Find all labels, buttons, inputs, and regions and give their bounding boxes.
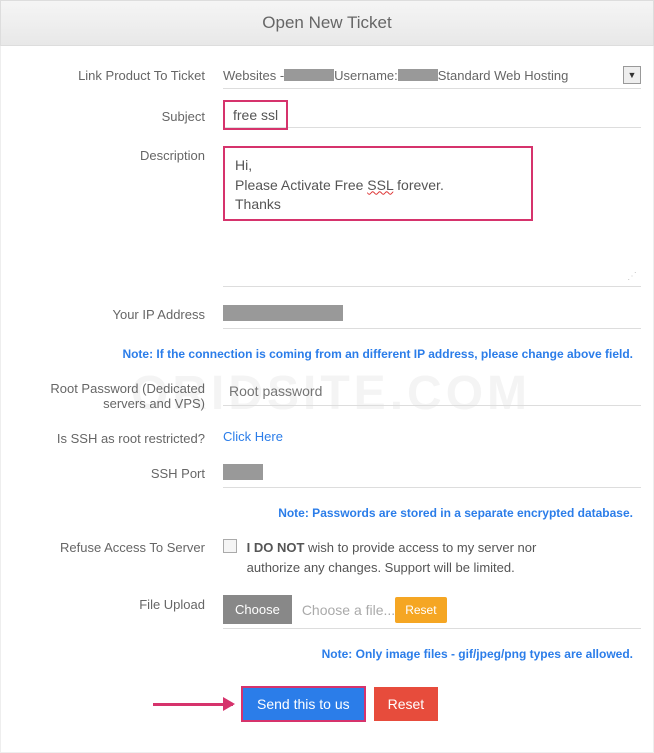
refuse-text: I DO NOT wish to provide access to my se… <box>247 538 587 577</box>
label-description: Description <box>13 146 223 287</box>
page-header: Open New Ticket <box>0 0 654 46</box>
note-ip: Note: If the connection is coming from a… <box>13 347 641 361</box>
subject-input[interactable]: free ssl <box>223 100 288 130</box>
product-suffix: Standard Web Hosting <box>438 68 569 83</box>
desc-line1: Hi, <box>235 156 521 176</box>
reset-file-button[interactable]: Reset <box>395 597 446 623</box>
ssh-click-here-link[interactable]: Click Here <box>223 429 283 444</box>
ssh-port-input[interactable] <box>223 464 641 488</box>
send-button[interactable]: Send this to us <box>241 686 366 722</box>
note-file: Note: Only image files - gif/jpeg/png ty… <box>13 647 641 661</box>
label-ip: Your IP Address <box>13 305 223 329</box>
redacted-port <box>223 464 263 480</box>
file-placeholder: Choose a file... <box>292 602 395 618</box>
resize-handle-icon[interactable]: ⋰ <box>223 271 641 287</box>
desc-line3: Thanks <box>235 195 521 215</box>
redacted-username <box>398 69 438 81</box>
page-title: Open New Ticket <box>262 13 391 32</box>
label-file-upload: File Upload <box>13 595 223 629</box>
ticket-form: ORIDSITE.COM Link Product To Ticket Webs… <box>0 46 654 753</box>
label-root-pw: Root Password (Dedicated servers and VPS… <box>13 379 223 411</box>
choose-file-button[interactable]: Choose <box>223 595 292 624</box>
product-mid: Username: <box>334 68 398 83</box>
root-password-input[interactable] <box>223 379 641 406</box>
product-dropdown[interactable]: Websites - Username: Standard Web Hostin… <box>223 66 641 89</box>
reset-form-button[interactable]: Reset <box>374 687 439 721</box>
chevron-down-icon[interactable]: ▼ <box>623 66 641 84</box>
label-link-product: Link Product To Ticket <box>13 66 223 89</box>
note-pw: Note: Passwords are stored in a separate… <box>13 506 641 520</box>
label-refuse: Refuse Access To Server <box>13 538 223 577</box>
redacted-ip <box>223 305 343 321</box>
label-ssh-port: SSH Port <box>13 464 223 488</box>
arrow-annotation <box>153 703 233 706</box>
product-prefix: Websites - <box>223 68 284 83</box>
refuse-checkbox[interactable] <box>223 539 237 553</box>
desc-line2: Please Activate Free SSL forever. <box>235 176 521 196</box>
action-row: Send this to us Reset <box>13 686 641 722</box>
label-subject: Subject <box>13 107 223 128</box>
ip-input[interactable] <box>223 305 641 329</box>
label-ssh-restricted: Is SSH as root restricted? <box>13 429 223 446</box>
redacted-domain <box>284 69 334 81</box>
description-textarea[interactable]: Hi, Please Activate Free SSL forever. Th… <box>223 146 533 221</box>
